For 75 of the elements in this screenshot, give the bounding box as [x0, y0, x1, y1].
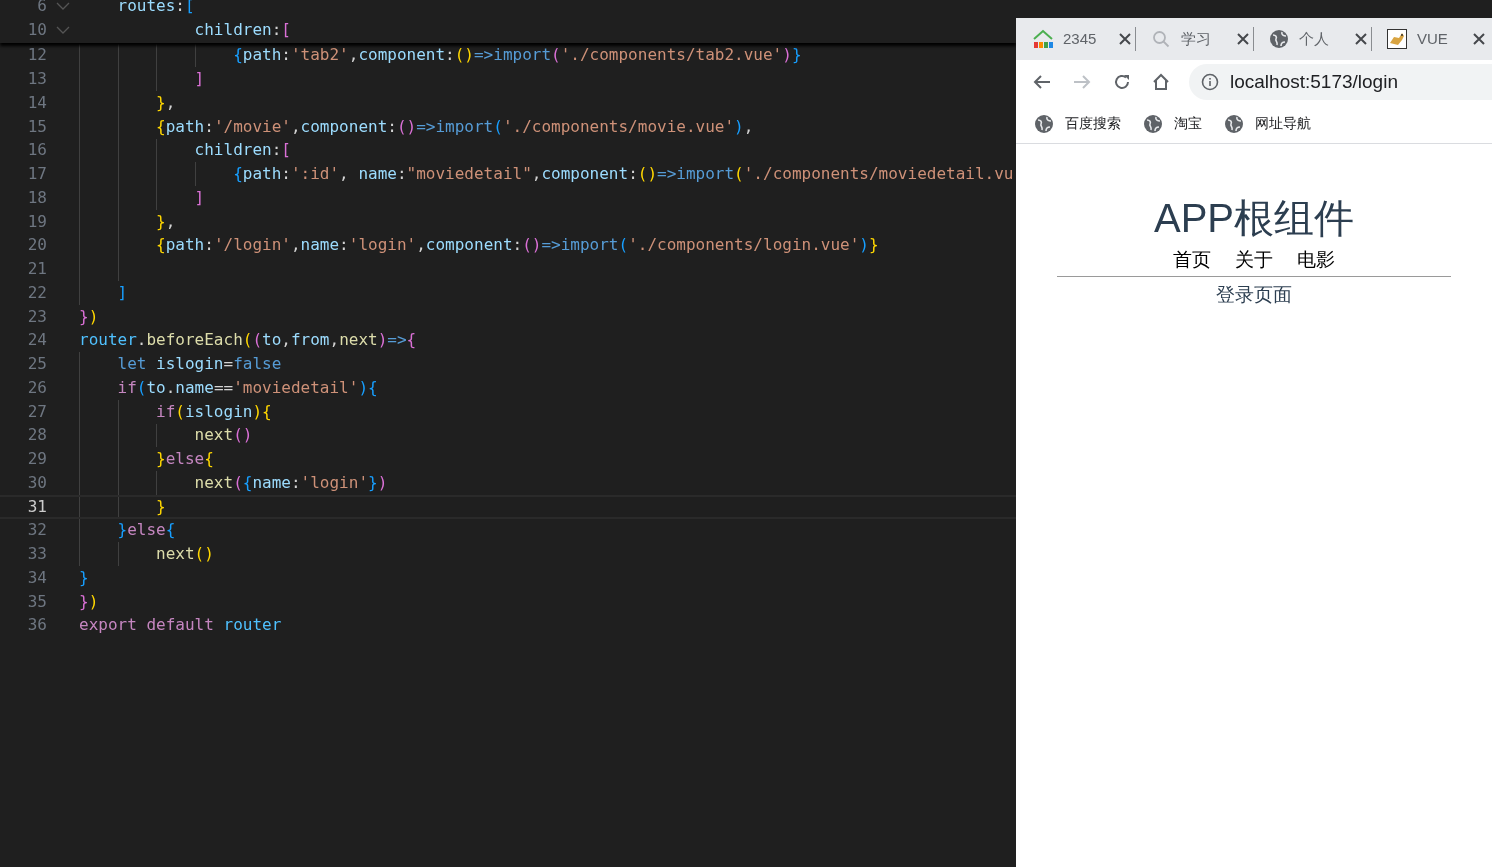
address-bar[interactable]: localhost:5173/login	[1189, 64, 1492, 100]
code-line: }	[79, 566, 89, 589]
code-line: if(to.name=='moviedetail'){	[116, 376, 378, 399]
nav-link[interactable]: 首页	[1173, 246, 1211, 275]
bookmark-link[interactable]: 网址导航	[1255, 113, 1311, 134]
nav-link[interactable]: 关于	[1235, 246, 1273, 275]
line-number: 13	[26, 68, 47, 91]
line-number: 28	[26, 424, 47, 447]
line-number: 31	[26, 495, 47, 518]
code-line: if(islogin){	[155, 400, 272, 423]
reload-icon[interactable]	[1112, 72, 1132, 92]
line-number: 21	[26, 258, 47, 281]
line-number: 25	[26, 353, 47, 376]
page-title: APP根组件	[1153, 195, 1354, 242]
code-line: router.beforeEach((to,from,next)=>{	[79, 329, 417, 352]
code-line: },	[155, 91, 176, 114]
line-number: 15	[26, 115, 47, 138]
code-line: export default router	[79, 614, 282, 637]
code-line: next()	[193, 424, 253, 447]
line-number: 36	[26, 614, 47, 637]
globe-icon	[1143, 113, 1163, 134]
line-number: 20	[26, 234, 47, 257]
line-number: 16	[26, 139, 47, 162]
code-line: {path:'tab2',component:()=>import('./components/tab2.vue')}	[232, 44, 802, 67]
line-number: 34	[26, 566, 47, 589]
code-line: ]	[116, 281, 128, 304]
bookmark-link[interactable]: 百度搜索	[1065, 113, 1121, 134]
line-number: 33	[26, 543, 47, 566]
close-icon[interactable]	[1355, 33, 1367, 45]
line-number: 10	[26, 18, 47, 41]
code-line: {path:':id', name:"moviedetail",component:()=>import('./components/moviedetail.vu	[232, 163, 1014, 186]
line-number: 19	[26, 210, 47, 233]
line-number: 18	[26, 186, 47, 209]
code-line: }else{	[155, 448, 214, 471]
line-number: 17	[26, 163, 47, 186]
code-line: children:[	[193, 139, 291, 162]
code-line: }	[155, 495, 166, 518]
home-icon[interactable]	[1151, 72, 1171, 92]
globe-icon	[1034, 113, 1054, 134]
globe-icon	[1224, 113, 1244, 134]
code-line: let islogin=false	[116, 353, 282, 376]
line-number: 30	[26, 471, 47, 494]
bookmark-link[interactable]: 淘宝	[1174, 113, 1202, 134]
browser-tab[interactable]: 学习	[1150, 24, 1253, 54]
browser-tab[interactable]: 个人	[1268, 24, 1371, 54]
info-icon[interactable]	[1201, 73, 1219, 91]
line-number: 23	[26, 305, 47, 328]
code-line: })	[79, 590, 99, 613]
close-icon[interactable]	[1237, 33, 1249, 45]
line-number: 27	[26, 400, 47, 423]
browser-tab[interactable]: VUE	[1386, 24, 1489, 54]
code-line: {path:'/movie',component:()=>import('./components/movie.vue'),	[155, 115, 754, 138]
close-icon[interactable]	[1119, 33, 1131, 45]
line-number: 12	[26, 44, 47, 67]
url-text: localhost:5173/login	[1230, 69, 1398, 94]
line-number: 22	[26, 281, 47, 304]
code-line: next({name:'login'})	[193, 471, 388, 494]
code-line: ]	[193, 68, 205, 91]
line-number: 29	[26, 448, 47, 471]
page-text: 登录页面	[1216, 282, 1292, 307]
line-number: 24	[26, 329, 47, 352]
code-line: next()	[155, 543, 214, 566]
line-number: 26	[26, 376, 47, 399]
nav-link[interactable]: 电影	[1297, 246, 1335, 275]
line-number: 14	[26, 91, 47, 114]
browser-tab[interactable]: 2345	[1032, 24, 1135, 54]
code-line: children:[	[193, 18, 291, 41]
line-number: 32	[26, 519, 47, 542]
code-line: }else{	[116, 519, 176, 542]
close-icon[interactable]	[1473, 33, 1485, 45]
code-line: {path:'/login',name:'login',component:()=>import('./components/login.vue')}	[155, 234, 879, 257]
code-line: })	[79, 305, 99, 328]
line-number: 35	[26, 590, 47, 613]
code-line: ]	[193, 186, 205, 209]
code-line: },	[155, 210, 176, 233]
